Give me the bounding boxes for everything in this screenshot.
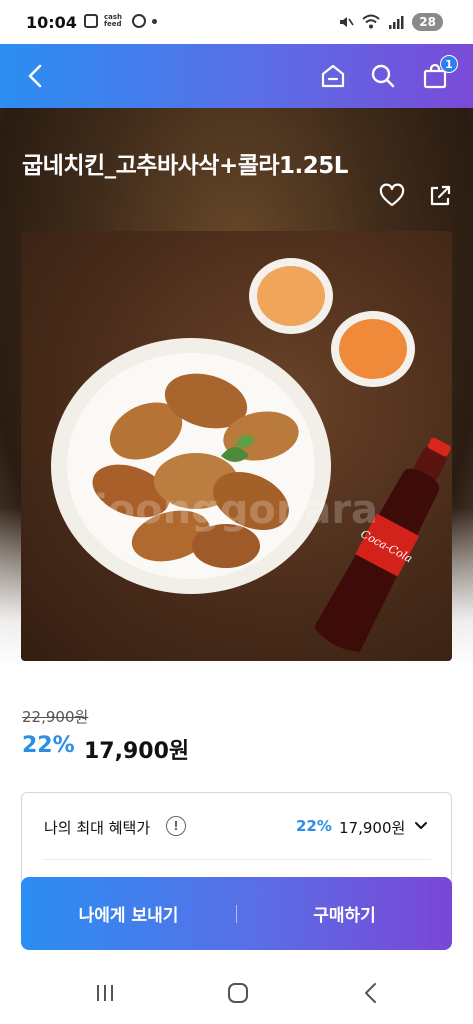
screenshot-icon	[84, 14, 98, 28]
home-button[interactable]	[316, 59, 350, 93]
home-icon	[321, 64, 345, 88]
back-nav-icon[interactable]	[360, 981, 382, 1005]
recents-icon[interactable]	[94, 982, 116, 1004]
original-price: 22,900원	[22, 708, 89, 726]
home-nav-icon[interactable]	[226, 981, 250, 1005]
chevron-down-icon[interactable]	[414, 819, 428, 833]
share-icon	[430, 185, 451, 206]
system-nav-bar	[0, 962, 473, 1024]
status-time: 10:04	[26, 13, 77, 32]
buy-button[interactable]: 구매하기	[237, 877, 452, 950]
signal-icon	[389, 16, 404, 29]
share-button[interactable]	[426, 182, 454, 210]
benefit-divider	[43, 859, 431, 860]
search-icon	[371, 64, 395, 88]
app-notification-icon	[132, 14, 146, 28]
sale-price: 17,900원	[84, 739, 190, 764]
status-left-icons: cash feed	[84, 14, 157, 28]
mute-icon	[340, 17, 354, 27]
cashfeed-icon: cash feed	[104, 13, 123, 28]
more-notifications-icon	[152, 18, 157, 24]
product-title: 굽네치킨_고추바사삭+콜라1.25L	[22, 153, 348, 179]
benefit-price: 17,900원	[339, 819, 406, 837]
battery-indicator: 28	[412, 13, 443, 31]
status-right-icons: 28	[338, 13, 443, 31]
send-to-me-button[interactable]: 나에게 보내기	[21, 877, 236, 950]
info-icon[interactable]: !	[166, 816, 186, 836]
back-button[interactable]	[18, 59, 52, 93]
max-benefit-label: 나의 최대 혜택가	[44, 819, 151, 837]
like-button[interactable]	[378, 182, 406, 210]
wifi-icon	[362, 14, 380, 29]
chevron-left-icon	[28, 64, 42, 88]
benefit-rate: 22%	[296, 817, 332, 835]
cta-bar: 나에게 보내기 구매하기	[21, 877, 452, 950]
product-image[interactable]: Coca‑Cola joonggonara	[21, 231, 452, 661]
chicken-and-cola-illustration: Coca‑Cola joonggonara	[51, 258, 451, 652]
search-button[interactable]	[366, 59, 400, 93]
image-watermark: joonggonara	[92, 487, 378, 533]
app-header: 1	[0, 44, 473, 108]
cart-count-badge: 1	[440, 55, 458, 73]
heart-icon	[379, 183, 405, 207]
status-bar: 10:04 cash feed 28	[0, 0, 473, 44]
cart-button[interactable]: 1	[418, 55, 458, 93]
discount-rate: 22%	[22, 733, 75, 758]
